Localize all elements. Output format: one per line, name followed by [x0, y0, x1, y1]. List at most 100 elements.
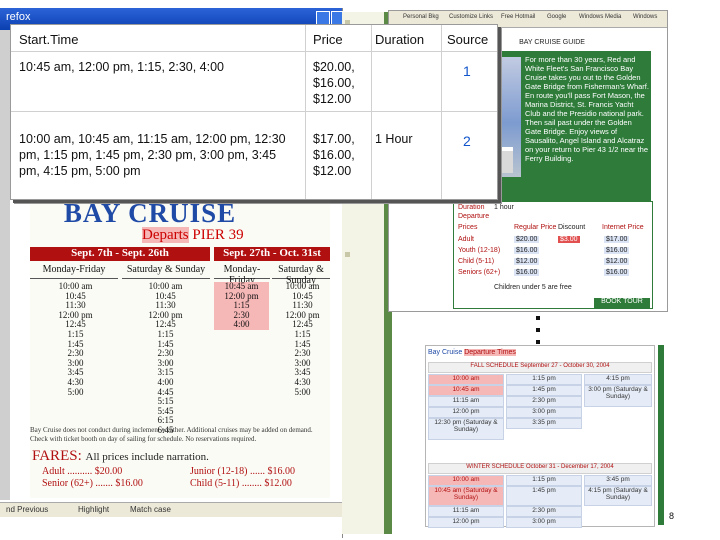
- departure-title-highlight: Departure Times: [464, 349, 516, 356]
- row-2-price: $17.00, $16.00, $12.00: [313, 132, 355, 178]
- toolbar-link-3[interactable]: Free Hotmail: [501, 14, 535, 23]
- fare-adult: Adult .......... $20.00: [42, 466, 123, 477]
- header-source: Source: [447, 32, 489, 47]
- schedule-sub-4: Saturday & Sunday: [272, 264, 330, 286]
- departure-time-cell: 3:35 pm: [506, 418, 582, 429]
- fares-heading: FARES: All prices include narration.: [32, 448, 332, 465]
- departure-time-cell: 3:00 pm: [506, 517, 582, 528]
- departure-time-cell: 10:00 am: [428, 374, 504, 385]
- row-1-source-link[interactable]: 1: [463, 63, 471, 79]
- left-window-sidebar: [0, 30, 10, 500]
- row-divider: [11, 51, 497, 52]
- fare-child: Child (5-11) ........ $12.00: [190, 478, 292, 489]
- internet-price-header: Internet Price: [602, 224, 644, 231]
- departure-time-cell: 11:15 am: [428, 396, 504, 407]
- departure-title-prefix: Bay Cruise: [428, 349, 463, 356]
- price-regular: $16.00: [514, 247, 540, 254]
- bay-cruise-schedule: BAY CRUISE Departs PIER 39 Sept. 7th - S…: [30, 198, 330, 498]
- find-bar: nd Previous Highlight Match case: [0, 502, 342, 517]
- price-discount: $3.00: [558, 236, 580, 243]
- site-description: For more than 30 years, Red and White Fl…: [525, 55, 649, 163]
- price-internet: $17.00: [604, 236, 630, 243]
- winter-schedule-header: WINTER SCHEDULE October 31 - December 17…: [428, 463, 652, 474]
- ellipsis-dot: [536, 340, 540, 344]
- ellipsis-dot: [536, 316, 540, 320]
- fares-label: FARES:: [32, 448, 82, 464]
- departure-time-cell: 1:45 pm: [506, 385, 582, 396]
- schedule-sub-2: Saturday & Sunday: [122, 264, 210, 279]
- extracted-data-table: Start.Time Price Duration Source 10:45 a…: [10, 24, 498, 200]
- departure-time-cell: 1:15 pm: [506, 475, 582, 486]
- toolbar-link-6[interactable]: Windows: [633, 14, 657, 23]
- row-1-start-time: 10:45 am, 12:00 pm, 1:15, 2:30, 4:00: [19, 60, 225, 74]
- price-row-label: Child (5-11): [458, 258, 495, 265]
- fares-sub: All prices include narration.: [85, 451, 209, 463]
- departure-time-cell: 4:15 pm: [584, 374, 652, 385]
- left-window-title: refox: [6, 11, 31, 23]
- row-divider: [11, 111, 497, 112]
- header-price: Price: [313, 32, 343, 47]
- toolbar-link-4[interactable]: Google: [547, 14, 566, 23]
- price-internet: $16.00: [604, 269, 630, 276]
- bay-cruise-title: BAY CRUISE: [63, 198, 237, 228]
- departs-pier: PIER 39: [192, 227, 244, 243]
- prices-header: Prices: [458, 224, 478, 231]
- price-row-label: Adult: [458, 236, 474, 243]
- prices-panel: Duration 1 hour Departure Prices Regular…: [453, 201, 653, 309]
- schedule-sub-3: Monday-Friday: [214, 264, 270, 286]
- departs-prefix: Departs: [142, 227, 189, 243]
- price-regular: $12.00: [514, 258, 540, 265]
- price-internet: $16.00: [604, 247, 630, 254]
- departure-time-cell: 1:15 pm: [506, 374, 582, 385]
- schedule-sub-1: Monday-Friday: [30, 264, 118, 279]
- schedule-time: 5:00: [67, 386, 84, 397]
- departure-time-cell: 3:00 pm (Saturday & Sunday): [584, 385, 652, 407]
- departure-time-cell: 3:45 pm: [584, 475, 652, 486]
- page-number: 8: [669, 511, 675, 521]
- fare-senior: Senior (62+) ....... $16.00: [42, 478, 143, 489]
- green-edge: [658, 345, 664, 525]
- ellipsis-dot: [536, 328, 540, 332]
- toolbar-link-1[interactable]: Personal Bkg: [403, 14, 439, 23]
- departure-time-cell: 12:00 pm: [428, 517, 504, 528]
- book-tour-button[interactable]: BOOK TOUR: [594, 298, 650, 308]
- price-internet: $12.00: [604, 258, 630, 265]
- departure-time-cell: 10:45 am (Saturday & Sunday): [428, 486, 504, 506]
- duration-value: 1 hour: [494, 204, 514, 211]
- price-regular: $20.00: [514, 236, 540, 243]
- schedule-range-1: Sept. 7th - Sept. 26th: [30, 247, 210, 261]
- row-2-start-time: 10:00 am, 10:45 am, 11:15 am, 12:00 pm, …: [19, 132, 286, 178]
- row-2-source-link[interactable]: 2: [463, 133, 471, 149]
- row-2-duration: 1 Hour: [375, 132, 413, 146]
- fall-schedule-header: FALL SCHEDULE September 27 - October 30,…: [428, 362, 652, 373]
- match-case-checkbox[interactable]: Match case: [130, 505, 171, 514]
- schedule-column-4: 10:00 am 10:45 11:30 12:00 pm 12:45 1:15 1:45 2…: [275, 281, 330, 397]
- header-duration: Duration: [375, 32, 425, 47]
- price-row-label: Seniors (62+): [458, 269, 501, 276]
- fare-junior: Junior (12-18) ...... $16.00: [190, 466, 295, 477]
- departs-pier-label: Departs PIER 39: [142, 227, 332, 245]
- price-footnote: Children under 5 are free: [494, 284, 572, 291]
- schedule-range-2: Sept. 27th - Oct. 31st: [214, 247, 330, 261]
- schedule-time: 4:00: [214, 320, 269, 330]
- duration-label: Duration: [458, 204, 485, 211]
- toolbar-link-5[interactable]: Windows Media: [579, 14, 621, 23]
- schedule-column-2: 10:00 am 10:45 11:30 12:00 pm 12:45 1:15 1:45 2…: [138, 281, 193, 436]
- departure-time-cell: 10:00 am: [428, 475, 504, 486]
- departure-time-cell: 3:00 pm: [506, 407, 582, 418]
- departure-time-cell: 12:30 pm (Saturday & Sunday): [428, 418, 504, 440]
- departure-time-cell: 1:45 pm: [506, 486, 582, 506]
- departure-time-cell: 11:15 am: [428, 506, 504, 517]
- highlight-button[interactable]: Highlight: [78, 505, 109, 514]
- toolbar-link-2[interactable]: Customize Links: [449, 14, 493, 23]
- departure-label: Departure: [458, 213, 490, 220]
- departure-times-panel: Bay Cruise Departure Times FALL SCHEDULE…: [425, 345, 655, 528]
- departure-time-cell: 2:30 pm: [506, 396, 582, 407]
- schedule-note: Bay Cruise does not conduct during incle…: [30, 426, 313, 443]
- schedule-time: 5:00: [294, 386, 311, 397]
- find-previous-button[interactable]: nd Previous: [6, 505, 48, 514]
- departure-time-cell: 10:45 am: [428, 385, 504, 396]
- departure-times-title: Bay Cruise Departure Times: [428, 349, 516, 356]
- row-1-price: $20.00, $16.00, $12.00: [313, 60, 355, 106]
- header-start-time: Start.Time: [19, 32, 79, 47]
